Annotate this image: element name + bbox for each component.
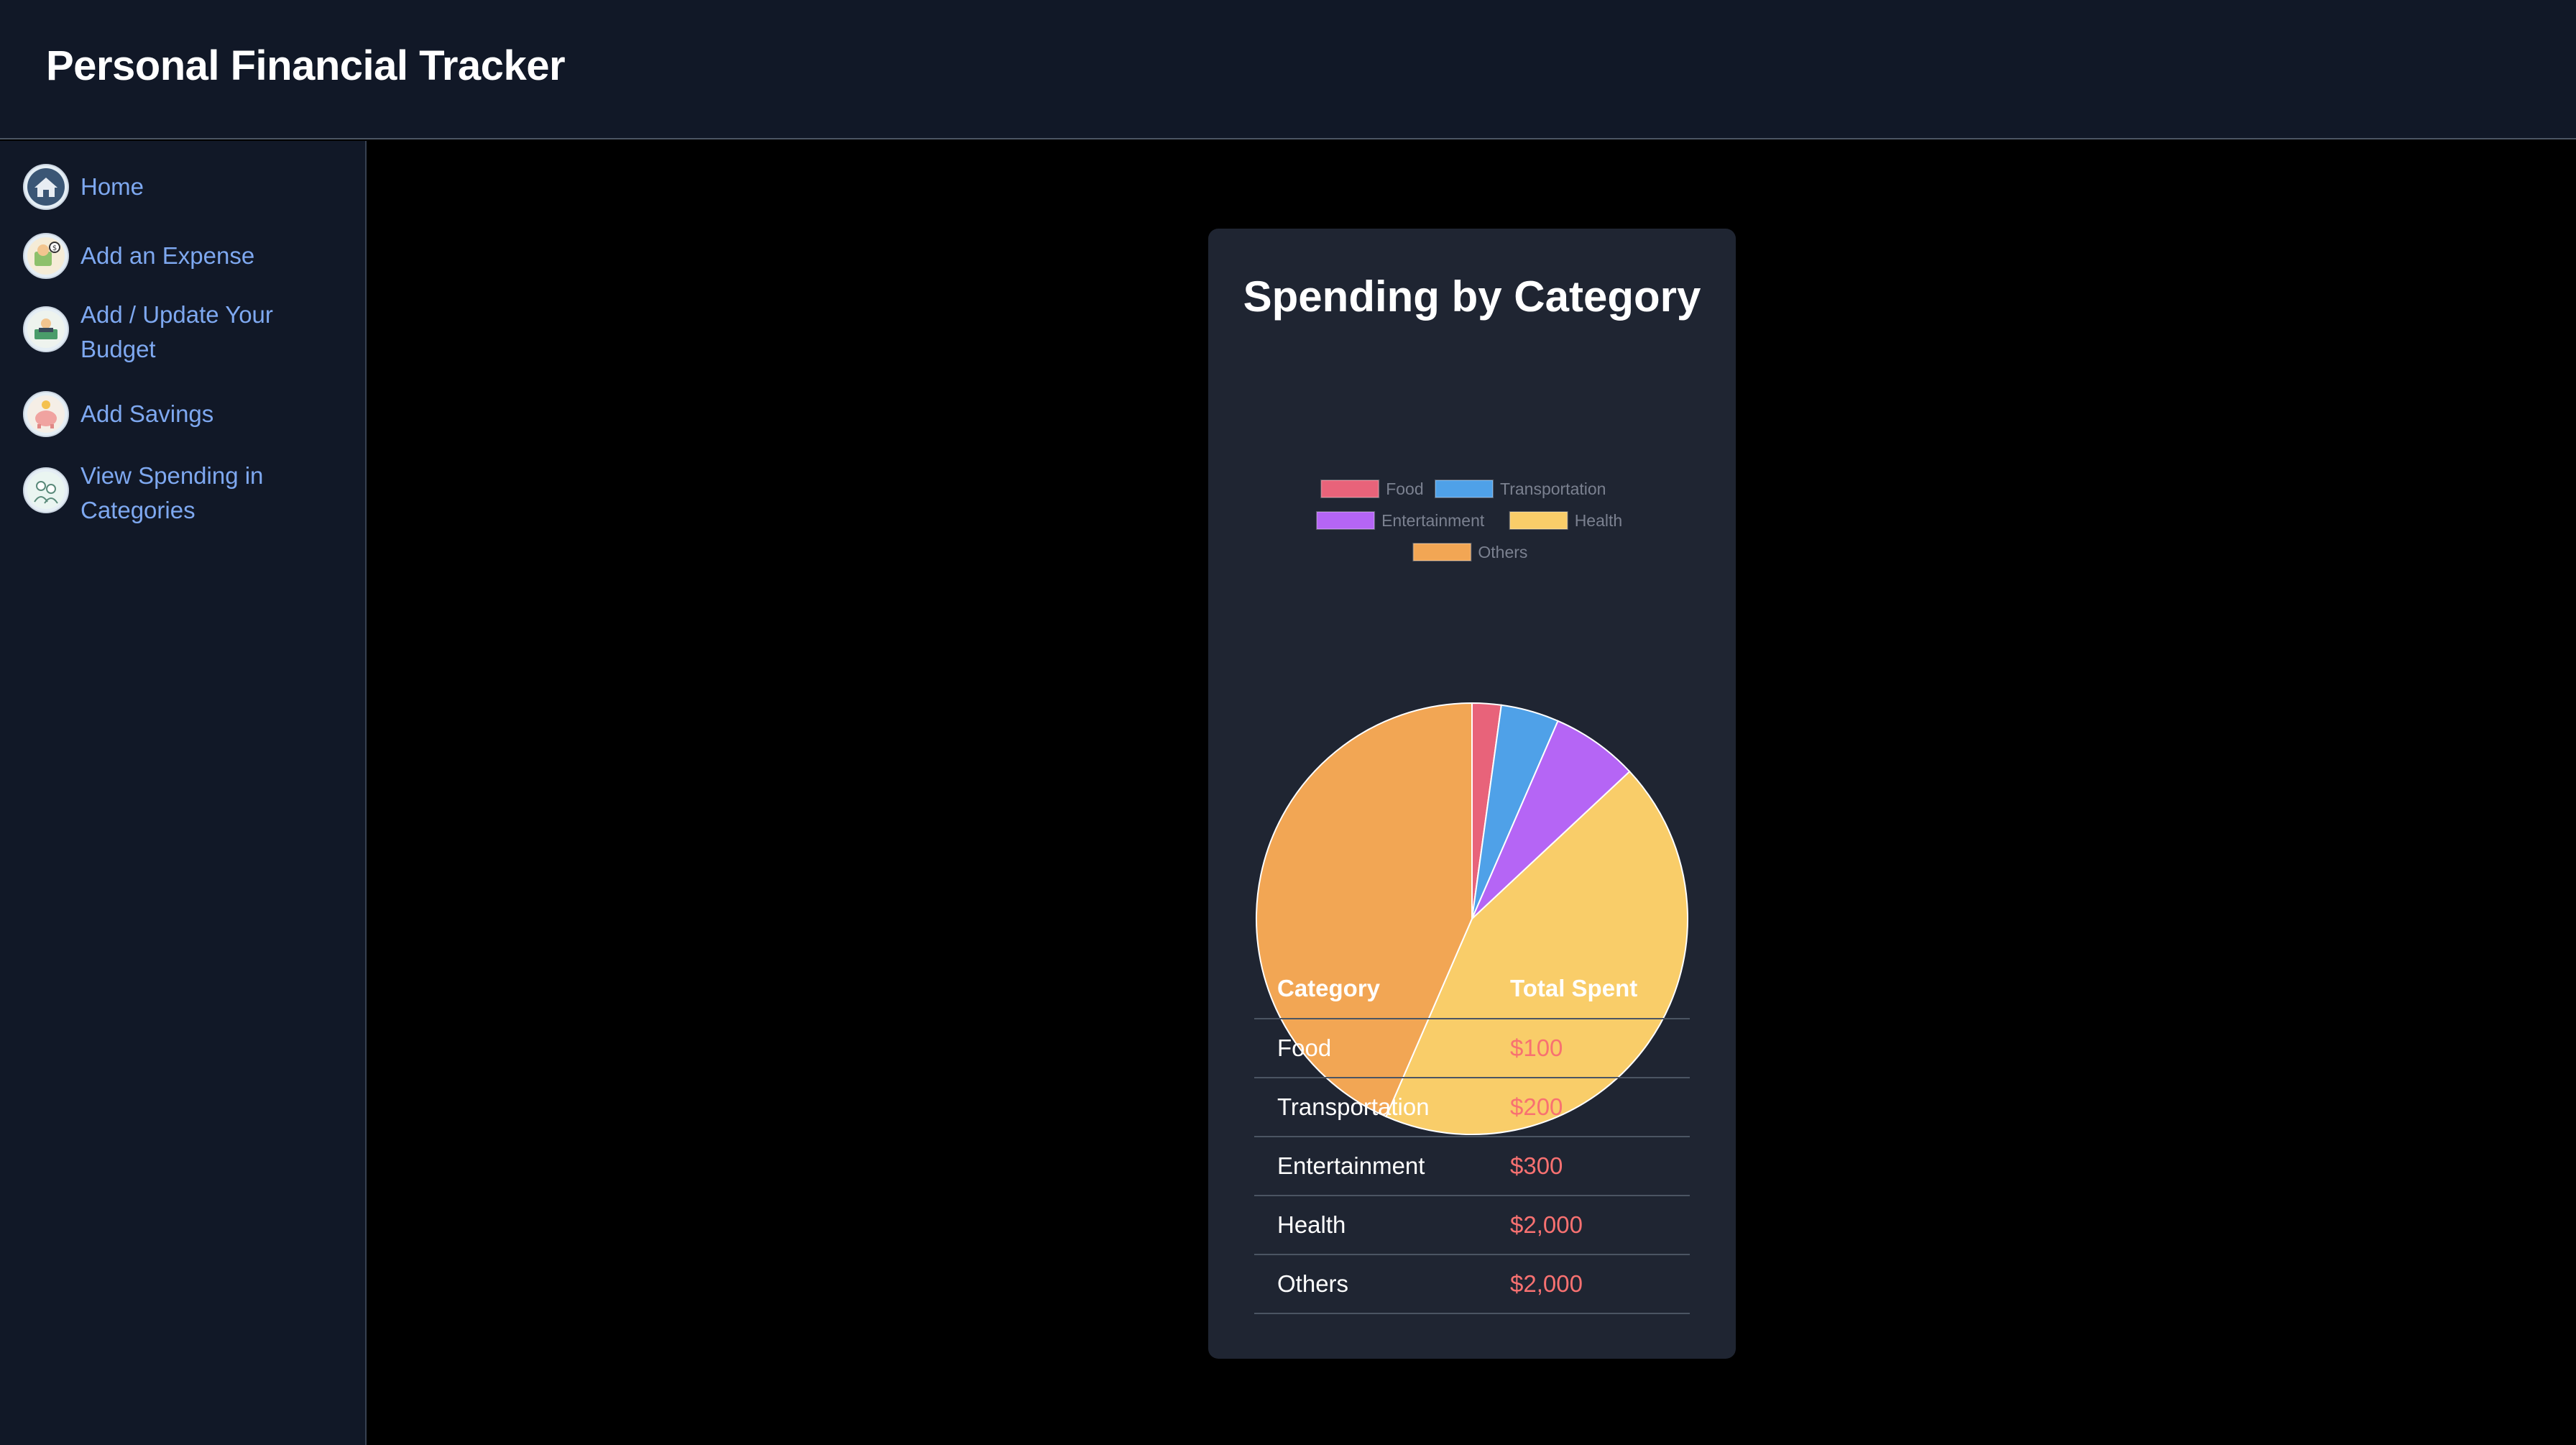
table-row: Others $2,000 (1254, 1254, 1690, 1314)
app-title: Personal Financial Tracker (46, 42, 566, 89)
legend-label: Food (1386, 480, 1423, 498)
svg-text:$: $ (52, 244, 57, 252)
sidebar-item-home[interactable]: Home (23, 164, 354, 210)
sidebar-item-label: View Spending in Categories (80, 462, 264, 523)
legend-swatch (1509, 511, 1568, 530)
table-header-row: Category Total Spent (1254, 959, 1690, 1019)
expense-icon: $ (23, 233, 69, 279)
category-cell: Others (1254, 1254, 1487, 1314)
legend-label: Transportation (1500, 480, 1606, 498)
table-row: Entertainment $300 (1254, 1137, 1690, 1196)
table-row: Food $100 (1254, 1019, 1690, 1078)
sidebar-item-budget[interactable]: Add / Update Your Budget (23, 298, 354, 367)
legend-swatch (1320, 480, 1380, 498)
category-cell: Transportation (1254, 1078, 1487, 1137)
budget-icon (23, 306, 69, 352)
legend-swatch (1435, 480, 1494, 498)
sidebar-item-view-spending[interactable]: View Spending in Categories (23, 459, 354, 528)
legend-item[interactable]: Food (1320, 480, 1424, 498)
spending-card: Spending by Category Food Transportation E… (1208, 229, 1736, 1359)
app-header: Personal Financial Tracker (0, 0, 2576, 139)
sidebar-item-label: Add Savings (80, 400, 214, 427)
amount-cell: $200 (1487, 1078, 1690, 1137)
sidebar-item-label: Add an Expense (80, 242, 255, 269)
home-icon (23, 164, 69, 210)
category-cell: Food (1254, 1019, 1487, 1078)
category-cell: Health (1254, 1196, 1487, 1255)
legend-item[interactable]: Health (1509, 511, 1622, 530)
spending-table: Category Total Spent Food $100 Transport… (1254, 959, 1690, 1314)
categories-icon (23, 467, 69, 513)
legend-label: Others (1478, 543, 1527, 561)
sidebar-item-label: Home (80, 173, 144, 200)
table-row: Health $2,000 (1254, 1196, 1690, 1255)
legend-item[interactable]: Others (1412, 543, 1527, 561)
legend-swatch (1412, 543, 1472, 561)
legend-label: Entertainment (1381, 511, 1485, 530)
legend-label: Health (1575, 511, 1622, 530)
amount-cell: $2,000 (1487, 1254, 1690, 1314)
table-row: Transportation $200 (1254, 1078, 1690, 1137)
sidebar-item-add-expense[interactable]: $ Add an Expense (23, 233, 354, 279)
piggy-bank-icon (23, 391, 69, 437)
amount-cell: $300 (1487, 1137, 1690, 1196)
amount-cell: $100 (1487, 1019, 1690, 1078)
amount-cell: $2,000 (1487, 1196, 1690, 1255)
category-cell: Entertainment (1254, 1137, 1487, 1196)
sidebar-item-label: Add / Update Your Budget (80, 301, 273, 362)
column-header-category: Category (1254, 959, 1487, 1019)
sidebar-item-add-savings[interactable]: Add Savings (23, 391, 354, 437)
legend-swatch (1316, 511, 1376, 530)
card-title: Spending by Category (1243, 272, 1701, 321)
sidebar: Home $ Add an Expense Add / Update Your … (0, 141, 367, 1445)
legend-item[interactable]: Entertainment (1316, 511, 1485, 530)
column-header-total-spent: Total Spent (1487, 959, 1690, 1019)
legend-item[interactable]: Transportation (1435, 480, 1606, 498)
